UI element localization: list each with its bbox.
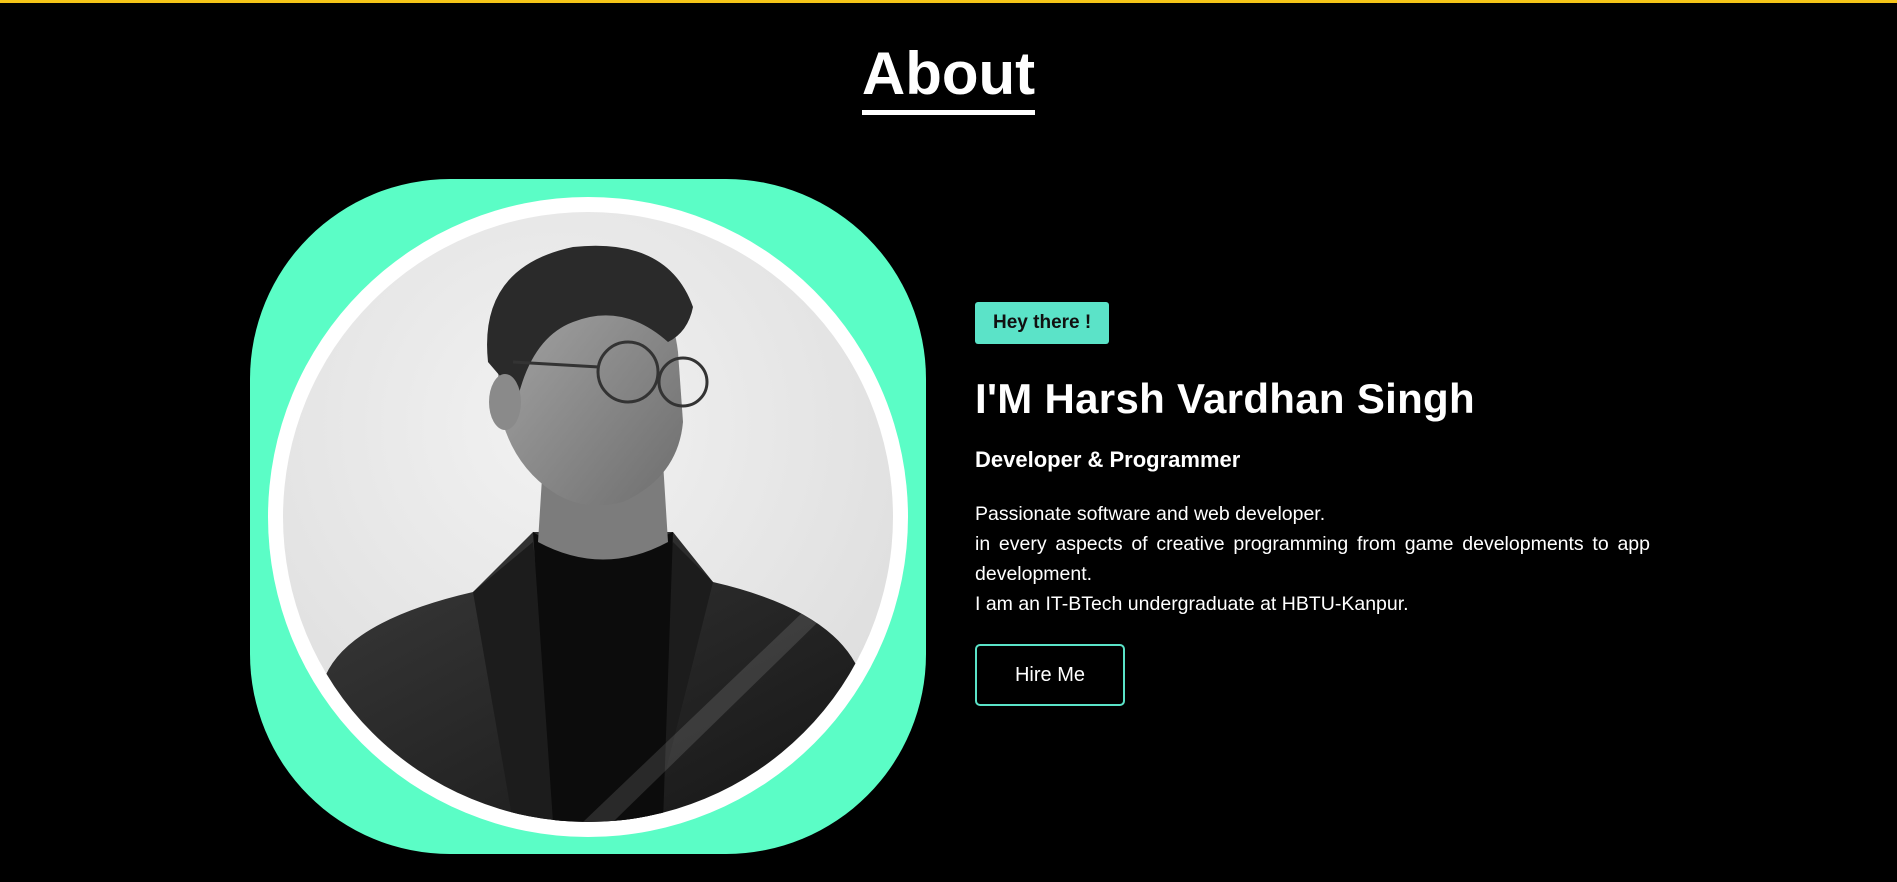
about-page: About Hey there ! I'M Harsh Vardhan Sing… xyxy=(0,0,1897,882)
section-title: About xyxy=(861,38,1036,115)
person-name: I'M Harsh Vardhan Singh xyxy=(975,375,1475,422)
top-accent-border xyxy=(0,0,1897,3)
profile-photo-ring xyxy=(268,197,908,837)
section-heading: About xyxy=(0,38,1897,115)
person-role: Developer & Programmer xyxy=(975,447,1241,472)
description-line: in every aspects of creative programming… xyxy=(975,533,1650,585)
description-line: I am an IT-BTech undergraduate at HBTU-K… xyxy=(975,593,1409,615)
hire-me-button[interactable]: Hire Me xyxy=(975,644,1125,706)
profile-photo-frame xyxy=(250,179,926,854)
portrait-photo xyxy=(323,245,863,822)
description-line: Passionate software and web developer. xyxy=(975,503,1326,525)
about-content: Hey there ! I'M Harsh Vardhan Singh Deve… xyxy=(975,302,1650,706)
about-description: Passionate software and web developer. i… xyxy=(975,499,1650,619)
profile-photo xyxy=(283,212,893,822)
greeting-badge: Hey there ! xyxy=(975,302,1110,344)
